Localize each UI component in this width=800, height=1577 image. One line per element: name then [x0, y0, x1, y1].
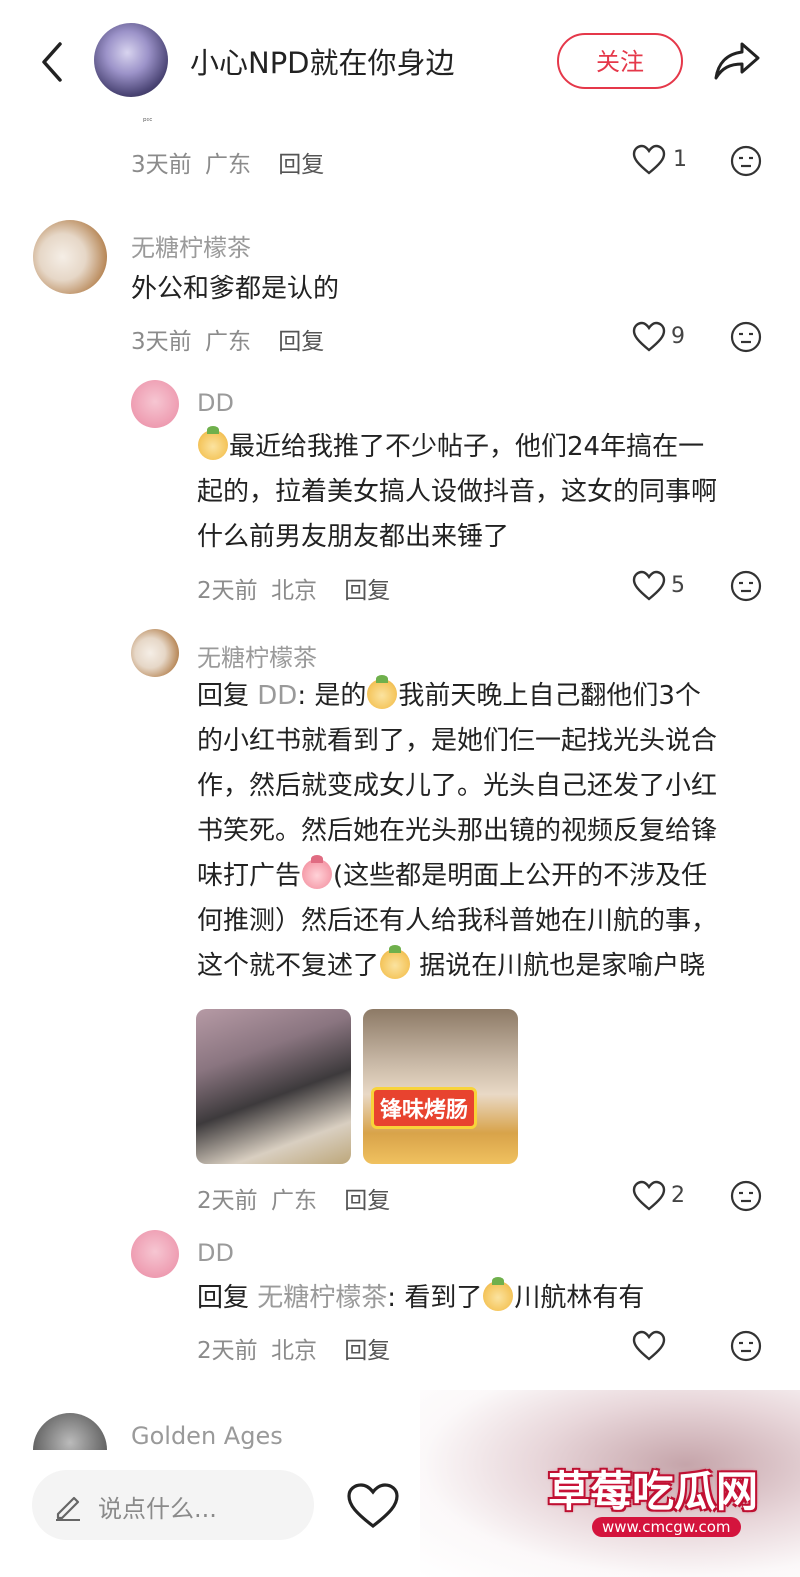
face-emoji-icon — [380, 945, 411, 979]
crying-emoji-icon — [302, 855, 333, 889]
comment-line: 什么前男友朋友都出来锤了 — [197, 522, 510, 552]
comment-time: 3天前 — [131, 329, 192, 355]
commenter-avatar[interactable] — [131, 1230, 179, 1278]
comment-line: 作，然后就变成女儿了。光头自己还发了小红 — [197, 771, 718, 801]
emoji-icon[interactable] — [730, 1330, 762, 1362]
comment-location: 北京 — [270, 1338, 317, 1364]
like-post-heart-icon[interactable] — [346, 1482, 400, 1530]
author-avatar[interactable] — [94, 23, 168, 97]
comment-meta: 2天前 广东 回复 — [197, 1181, 390, 1215]
reply-to-name[interactable]: 无糖柠檬茶 — [257, 1283, 387, 1313]
like-count: 1 — [673, 147, 687, 172]
comment-line: 书笑死。然后她在光头那出镜的视频反复给锋 — [197, 816, 718, 846]
share-icon[interactable] — [712, 38, 762, 84]
heart-icon[interactable] — [632, 144, 666, 176]
face-emoji-icon — [198, 426, 228, 460]
commenter-avatar[interactable] — [131, 629, 179, 677]
comment-line: 味打广告 — [197, 861, 302, 891]
tiny-mark: ᵖᶦᶜ — [143, 117, 153, 127]
comment-text: 外公和爹都是认的 — [131, 274, 340, 304]
commenter-name[interactable]: 无糖柠檬茶 — [131, 228, 251, 263]
commenter-avatar[interactable] — [33, 220, 107, 294]
comment-time: 2天前 — [197, 578, 258, 604]
comment-line: 据说在川航也是家喻户晓 — [411, 951, 706, 981]
author-name[interactable]: 小心NPD就在你身边 — [190, 40, 455, 82]
like-count: 9 — [671, 324, 685, 349]
face-emoji-icon — [483, 1277, 514, 1311]
emoji-icon[interactable] — [730, 1180, 762, 1212]
emoji-icon[interactable] — [730, 570, 762, 602]
emoji-icon[interactable] — [730, 321, 762, 353]
comment-text: 回复 无糖柠檬茶: 看到了 川航林有有 — [197, 1276, 777, 1321]
commenter-name[interactable]: Golden Ages — [131, 1422, 283, 1450]
watermark-title: 草莓吃瓜网 — [548, 1467, 759, 1516]
comment-line: 最近给我推了不少帖子，他们24年搞在一 — [229, 432, 705, 462]
face-emoji-icon — [367, 675, 398, 709]
comment-location: 北京 — [270, 578, 317, 604]
reply-button[interactable]: 回复 — [278, 329, 324, 355]
commenter-name[interactable]: DD — [197, 1239, 234, 1267]
comment-line: 这个就不复述了 — [197, 951, 380, 981]
comment-line: (这些都是明面上公开的不涉及任 — [333, 861, 708, 891]
comment-line: : 是的 — [297, 681, 367, 711]
commenter-avatar[interactable] — [131, 380, 179, 428]
comment-line: : 看到了 — [387, 1283, 483, 1313]
comment-meta: 3天前 广东 回复 — [131, 322, 324, 356]
reply-button[interactable]: 回复 — [344, 1188, 390, 1214]
heart-icon[interactable] — [632, 1180, 666, 1212]
reply-prefix: 回复 — [197, 1283, 250, 1313]
comment-image[interactable] — [196, 1009, 351, 1164]
heart-icon[interactable] — [632, 1330, 666, 1362]
comment-line: 我前天晚上自己翻他们3个 — [398, 681, 701, 711]
top-bar: 小心NPD就在你身边 关注 ᵖᶦᶜ — [0, 0, 800, 127]
comment-image[interactable]: 锋味烤肠 — [363, 1009, 518, 1164]
pencil-icon — [56, 1496, 80, 1521]
comment-location: 广东 — [204, 152, 251, 178]
reply-button[interactable]: 回复 — [344, 578, 390, 604]
comment-time: 2天前 — [197, 1188, 258, 1214]
comment-meta: 3天前 广东 回复 — [131, 145, 324, 179]
like-count: 5 — [671, 573, 685, 598]
comment-location: 广东 — [204, 329, 251, 355]
like-count: 2 — [671, 1183, 685, 1208]
reply-button[interactable]: 回复 — [344, 1338, 390, 1364]
comment-line: 何推测）然后还有人给我科普她在川航的事， — [197, 906, 718, 936]
comment-line: 起的，拉着美女搞人设做抖音，这女的同事啊 — [197, 477, 718, 507]
comment-text: 回复 DD: 是的 我前天晚上自己翻他们3个 的小红书就看到了，是她们仨一起找光头… — [197, 674, 777, 989]
comment-time: 3天前 — [131, 152, 192, 178]
comment-input-placeholder[interactable]: 说点什么... — [98, 1489, 217, 1524]
comment-text: 最近给我推了不少帖子，他们24年搞在一 起的，拉着美女搞人设做抖音，这女的同事啊… — [197, 425, 777, 560]
commenter-name[interactable]: DD — [197, 389, 234, 417]
heart-icon[interactable] — [632, 570, 666, 602]
comment-location: 广东 — [270, 1188, 317, 1214]
comment-meta: 2天前 北京 回复 — [197, 571, 390, 605]
chevron-left-icon[interactable] — [34, 38, 74, 86]
comment-time: 2天前 — [197, 1338, 258, 1364]
comment-line: 的小红书就看到了，是她们仨一起找光头说合 — [197, 726, 718, 756]
heart-icon[interactable] — [632, 321, 666, 353]
comment-meta: 2天前 北京 回复 — [197, 1331, 390, 1365]
commenter-name[interactable]: 无糖柠檬茶 — [197, 638, 317, 673]
reply-prefix: 回复 — [197, 681, 250, 711]
reply-button[interactable]: 回复 — [278, 152, 324, 178]
watermark-url: www.cmcgw.com — [592, 1517, 741, 1537]
reply-to-name[interactable]: DD — [257, 681, 297, 711]
image-caption: 锋味烤肠 — [371, 1087, 478, 1129]
follow-button[interactable]: 关注 — [557, 33, 683, 89]
emoji-icon[interactable] — [730, 145, 762, 177]
comment-line: 川航林有有 — [514, 1283, 645, 1313]
